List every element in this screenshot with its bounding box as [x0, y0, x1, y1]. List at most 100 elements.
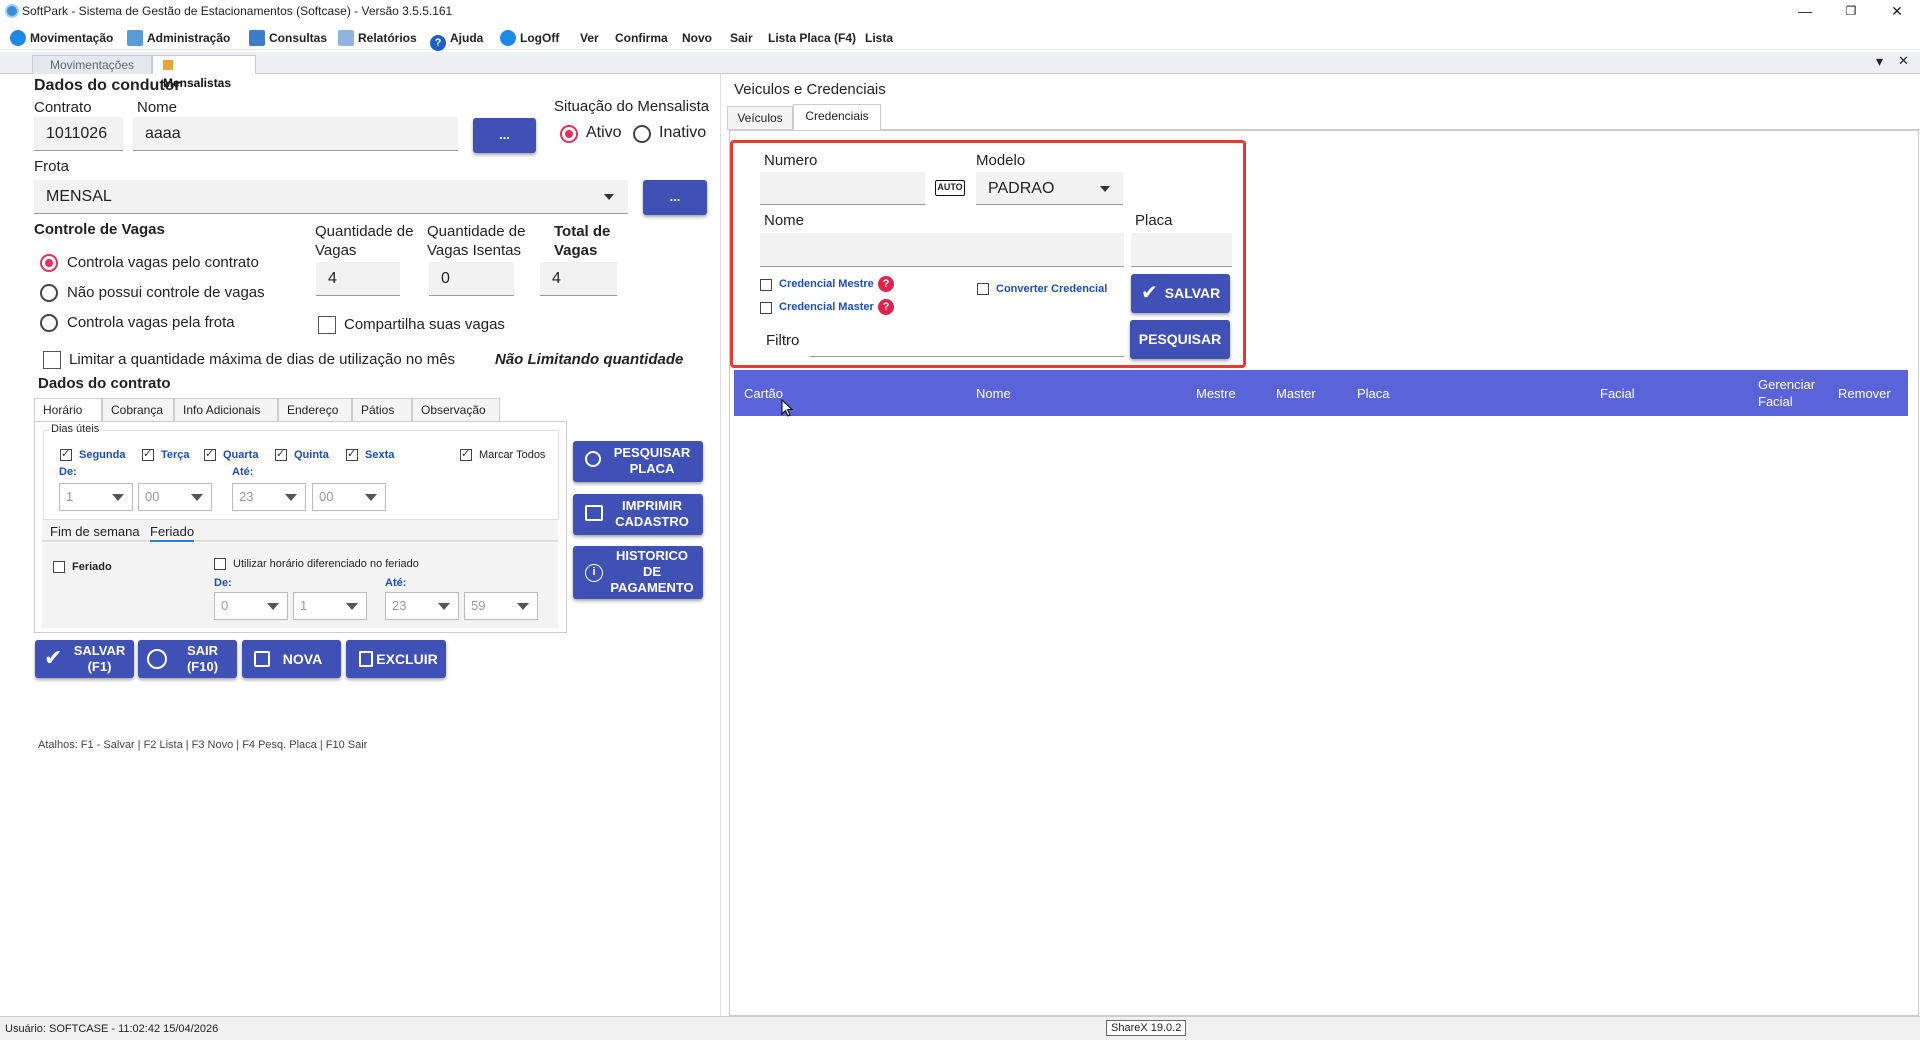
close-button[interactable]: ✕ — [1874, 0, 1920, 24]
tab-veiculos[interactable]: Veículos — [727, 106, 793, 130]
placa-field[interactable] — [1131, 233, 1232, 267]
feriado-de-minuto-select[interactable]: 1 — [293, 592, 367, 620]
sharex-badge: ShareX 19.0.2 — [1106, 1020, 1187, 1036]
pesquisar-button[interactable]: PESQUISAR — [1130, 320, 1230, 359]
qtd-isentas-field[interactable]: 0 — [429, 262, 514, 296]
document-tabs: Movimentações Mensalistas ▾ ✕ — [0, 52, 1920, 90]
excluir-button[interactable]: EXCLUIR — [346, 640, 446, 678]
compartilha-checkbox[interactable] — [318, 316, 336, 334]
feriado-de-hora-select[interactable]: 0 — [214, 592, 288, 620]
converter-checkbox[interactable] — [977, 283, 989, 295]
quinta-checkbox[interactable] — [275, 447, 287, 461]
mestre-checkbox[interactable] — [760, 279, 772, 291]
ate-hora-select[interactable]: 23 — [232, 483, 306, 511]
tab-fim-semana[interactable]: Fim de semana — [50, 524, 140, 539]
ativo-radio[interactable] — [560, 125, 578, 143]
col-facial[interactable]: Facial — [1600, 386, 1635, 401]
col-master[interactable]: Master — [1276, 386, 1316, 401]
controla-frota-radio[interactable] — [40, 314, 58, 332]
ate-minuto-select[interactable]: 00 — [312, 483, 386, 511]
tab-movimentacoes[interactable]: Movimentações — [32, 55, 152, 74]
menu-ver[interactable]: Ver — [580, 28, 599, 48]
tab-cobranca[interactable]: Cobrança — [102, 398, 174, 422]
feriado-ate-hora-select[interactable]: 23 — [385, 592, 459, 620]
nome-lookup-button[interactable]: ... — [473, 118, 536, 153]
tab-observacao[interactable]: Observação — [412, 398, 500, 422]
menu-ajuda[interactable]: ? Ajuda — [430, 28, 483, 51]
tab-endereco[interactable]: Endereço — [278, 398, 352, 422]
qtd-isentas-label: Quantidade de Vagas Isentas — [427, 223, 526, 259]
historico-pagamento-button[interactable]: i HISTORICO DE PAGAMENTO — [573, 546, 703, 599]
master-help-icon[interactable]: ? — [878, 299, 894, 315]
nova-button[interactable]: NOVA — [242, 640, 341, 678]
contrato-field[interactable]: 1011026 — [34, 117, 123, 151]
col-gerenciar-facial[interactable]: Gerenciar Facial — [1758, 376, 1828, 410]
feriado-checkbox[interactable] — [53, 561, 65, 573]
search-icon — [585, 451, 601, 467]
sair-f10-button[interactable]: SAIR (F10) — [138, 640, 237, 678]
de-hora-select[interactable]: 1 — [59, 483, 133, 511]
tab-info-adicionais[interactable]: Info Adicionais — [174, 398, 278, 422]
cred-salvar-button[interactable]: ✔ SALVAR — [1131, 274, 1230, 313]
terca-label: Terça — [161, 449, 190, 461]
feriado-ate-minuto-select[interactable]: 59 — [464, 592, 538, 620]
filtro-field[interactable] — [810, 323, 1124, 357]
marcar-todos-label: Marcar Todos — [479, 449, 546, 461]
chevron-down-icon[interactable]: ▾ — [1876, 53, 1883, 70]
marcar-todos-checkbox[interactable] — [460, 447, 472, 461]
check-icon: ✔ — [1141, 282, 1158, 304]
tab-feriado[interactable]: Feriado — [150, 524, 195, 542]
limitar-checkbox[interactable] — [43, 351, 61, 369]
menu-consultas[interactable]: Consultas — [249, 28, 327, 48]
frota-lookup-button[interactable]: ... — [643, 180, 707, 215]
pesquisar-placa-button[interactable]: PESQUISAR PLACA — [573, 441, 703, 482]
col-placa[interactable]: Placa — [1357, 386, 1390, 401]
inativo-radio[interactable] — [633, 125, 651, 143]
numero-field[interactable] — [760, 172, 925, 205]
menu-confirma[interactable]: Confirma — [615, 28, 668, 48]
auto-icon[interactable]: AUTO — [935, 180, 965, 196]
qtd-vagas-field[interactable]: 4 — [316, 262, 400, 296]
menu-sair[interactable]: Sair — [730, 28, 753, 48]
salvar-f1-button[interactable]: ✔ SALVAR (F1) — [35, 640, 134, 678]
placa-label: Placa — [1135, 212, 1173, 229]
tab-patios[interactable]: Pátios — [352, 398, 412, 422]
tab-horario[interactable]: Horário — [34, 398, 102, 422]
col-cartao[interactable]: Cartão — [744, 386, 783, 401]
menu-movimentacao[interactable]: Movimentação — [10, 28, 113, 48]
situacao-label: Situação do Mensalista — [554, 98, 710, 115]
nome-field[interactable]: aaaa — [133, 117, 458, 151]
maximize-button[interactable]: ❐ — [1828, 0, 1874, 24]
de-minuto-select[interactable]: 00 — [138, 483, 212, 511]
menu-novo[interactable]: Novo — [682, 28, 712, 48]
quarta-checkbox[interactable] — [204, 447, 216, 461]
imprimir-cadastro-button[interactable]: IMPRIMIR CADASTRO — [573, 494, 703, 535]
menu-relatorios[interactable]: Relatórios — [338, 28, 417, 48]
cred-nome-field[interactable] — [760, 233, 1124, 267]
mestre-label: Credencial Mestre — [779, 278, 874, 290]
utilizar-checkbox[interactable] — [214, 558, 226, 570]
segunda-checkbox[interactable] — [60, 447, 72, 461]
terca-checkbox[interactable] — [142, 447, 154, 461]
col-remover[interactable]: Remover — [1838, 386, 1891, 401]
sem-controle-radio[interactable] — [40, 284, 58, 302]
sexta-checkbox[interactable] — [346, 447, 358, 461]
col-mestre[interactable]: Mestre — [1196, 386, 1236, 401]
menu-lista-placa[interactable]: Lista Placa (F4) — [768, 28, 856, 48]
close-tab-icon[interactable]: ✕ — [1898, 53, 1909, 69]
tab-mensalistas[interactable]: Mensalistas — [152, 55, 256, 90]
menu-lista[interactable]: Lista — [865, 28, 893, 48]
minimize-button[interactable]: — — [1782, 0, 1828, 24]
credenciais-grid-header: Cartão Nome Mestre Master Placa Facial G… — [734, 370, 1908, 416]
controla-contrato-radio[interactable] — [40, 254, 58, 272]
master-checkbox[interactable] — [760, 302, 772, 314]
col-nome[interactable]: Nome — [976, 386, 1011, 401]
frota-select[interactable]: MENSAL — [34, 180, 628, 214]
tab-credenciais[interactable]: Credenciais — [793, 104, 881, 131]
inativo-label: Inativo — [659, 124, 707, 141]
modelo-select[interactable]: PADRAO — [976, 172, 1123, 205]
total-vagas-field[interactable]: 4 — [540, 262, 617, 296]
mestre-help-icon[interactable]: ? — [878, 276, 894, 292]
menu-logoff[interactable]: LogOff — [500, 28, 559, 48]
menu-administracao[interactable]: Administração — [127, 28, 230, 48]
